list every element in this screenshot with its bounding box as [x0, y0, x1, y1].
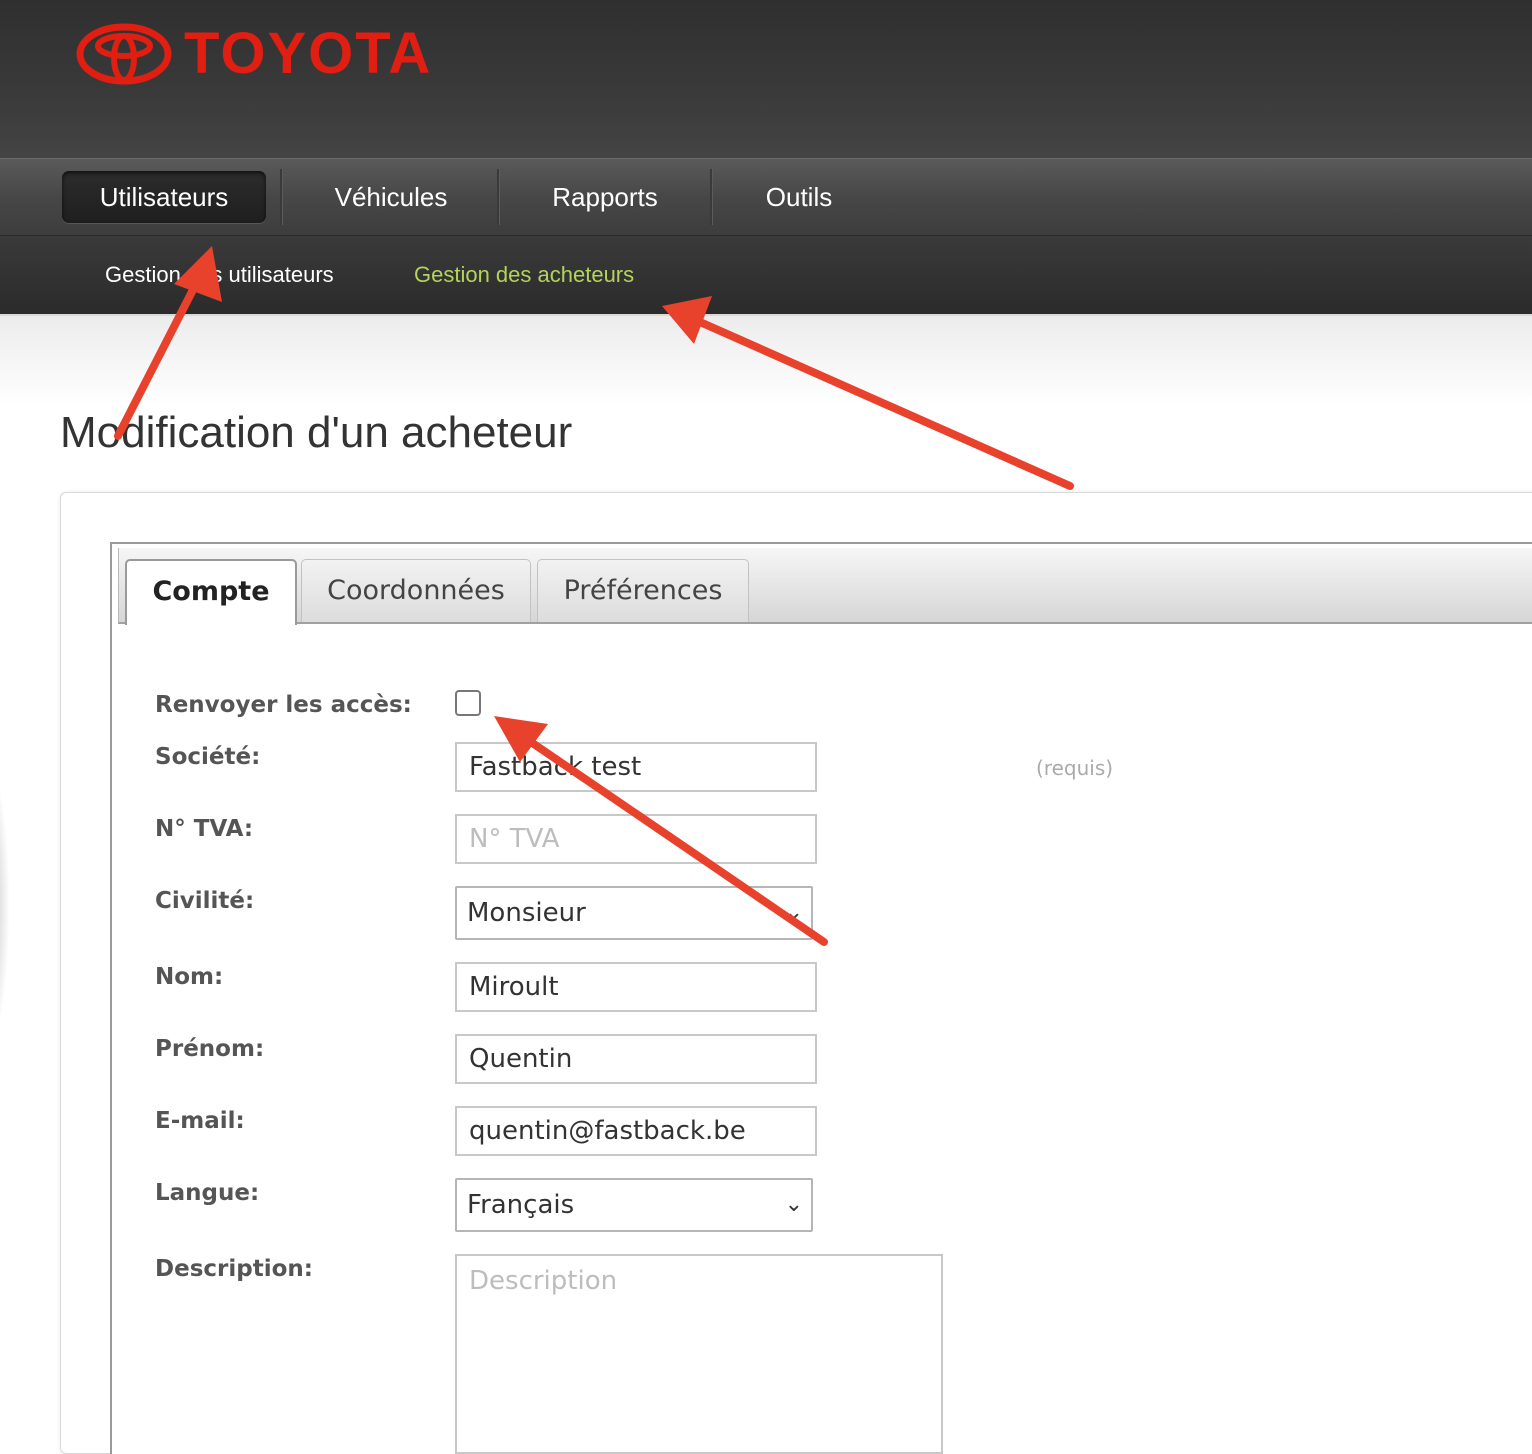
- language-select[interactable]: Français ⌄: [455, 1178, 813, 1232]
- header: TOYOTA: [0, 0, 1532, 158]
- nav-item-rapports[interactable]: Rapports: [505, 171, 705, 223]
- civility-select[interactable]: Monsieur ⌄: [455, 886, 813, 940]
- subnav-item-gestion-acheteurs[interactable]: Gestion des acheteurs: [414, 236, 634, 314]
- resend-access-checkbox[interactable]: [455, 690, 481, 716]
- tab-preferences[interactable]: Préférences: [537, 559, 749, 622]
- chevron-down-icon: ⌄: [784, 900, 803, 925]
- vat-label: N° TVA:: [155, 816, 254, 842]
- description-textarea[interactable]: Description: [455, 1254, 943, 1454]
- nav-separator: [710, 169, 713, 225]
- main-nav: Utilisateurs Véhicules Rapports Outils: [0, 158, 1532, 237]
- toyota-logo[interactable]: TOYOTA: [76, 22, 432, 86]
- tab-coordonnees[interactable]: Coordonnées: [301, 559, 531, 622]
- nav-item-vehicules[interactable]: Véhicules: [290, 171, 492, 223]
- required-note: (requis): [1036, 756, 1114, 780]
- nav-separator: [497, 169, 500, 225]
- first-name-label: Prénom:: [155, 1036, 265, 1062]
- content-fade: [0, 316, 1532, 406]
- last-name-label: Nom:: [155, 964, 224, 990]
- page-title: Modification d'un acheteur: [60, 408, 573, 457]
- resend-access-label: Renvoyer les accès:: [155, 692, 412, 718]
- email-label: E-mail:: [155, 1108, 245, 1134]
- chevron-down-icon: ⌄: [784, 1192, 803, 1217]
- brand-name: TOYOTA: [184, 21, 433, 86]
- tab-compte[interactable]: Compte: [125, 559, 297, 625]
- nav-item-utilisateurs[interactable]: Utilisateurs: [62, 171, 266, 223]
- subnav-item-gestion-utilisateurs[interactable]: Gestion des utilisateurs: [105, 236, 334, 314]
- company-input[interactable]: Fastback test: [455, 742, 817, 792]
- civility-selected-value: Monsieur: [467, 898, 586, 928]
- description-label: Description:: [155, 1256, 313, 1282]
- panel-shadow: [0, 740, 10, 1070]
- nav-separator: [280, 169, 283, 225]
- first-name-input[interactable]: Quentin: [455, 1034, 817, 1084]
- language-label: Langue:: [155, 1180, 260, 1206]
- sub-nav: Gestion des utilisateurs Gestion des ach…: [0, 236, 1532, 316]
- last-name-input[interactable]: Miroult: [455, 962, 817, 1012]
- toyota-emblem-icon: [76, 23, 172, 85]
- company-label: Société:: [155, 744, 261, 770]
- tab-bar: Compte Coordonnées Préférences: [118, 548, 1532, 625]
- language-selected-value: Français: [467, 1190, 575, 1220]
- nav-item-outils[interactable]: Outils: [720, 171, 878, 223]
- vat-input[interactable]: N° TVA: [455, 814, 817, 864]
- email-input[interactable]: quentin@fastback.be: [455, 1106, 817, 1156]
- civility-label: Civilité:: [155, 888, 255, 914]
